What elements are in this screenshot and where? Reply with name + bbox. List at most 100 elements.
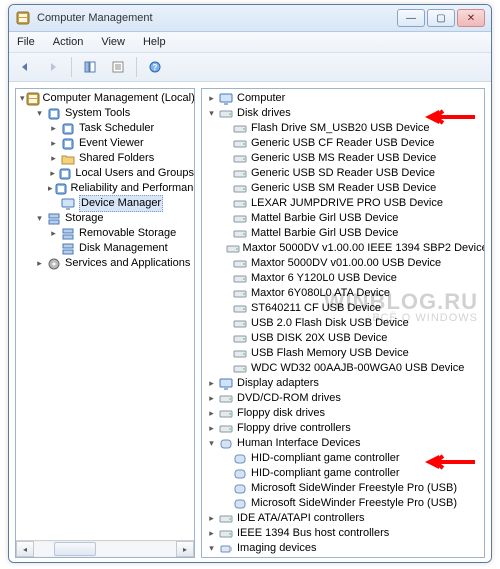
disk-drive-item[interactable]: ▸LEXAR JUMPDRIVE PRO USB Device	[220, 196, 484, 211]
imaging-item[interactable]: ▸Panasonic DV Camcorder	[220, 556, 484, 558]
expand-icon[interactable]: ▸	[206, 528, 217, 539]
nav-fwd-button[interactable]	[41, 55, 65, 79]
disk-drive-item[interactable]: ▸Mattel Barbie Girl USB Device	[220, 211, 484, 226]
node-label: Computer	[237, 91, 285, 106]
hid-icon	[232, 497, 248, 511]
node-device-manager[interactable]: ▸Device Manager	[48, 196, 194, 211]
node-event-viewer[interactable]: ▸ Event Viewer	[48, 136, 194, 151]
expand-icon[interactable]: ▸	[48, 228, 59, 239]
collapse-icon[interactable]: ▾	[206, 543, 217, 554]
event-viewer-icon	[60, 137, 76, 151]
disk-drive-item[interactable]: ▸USB 2.0 Flash Disk USB Device	[220, 316, 484, 331]
console-tree[interactable]: ▾ Computer Management (Local) ▾ System T…	[16, 89, 194, 271]
disk-drive-item[interactable]: ▸Maxtor 5000DV v01.00.00 USB Device	[220, 256, 484, 271]
node-floppy-controllers[interactable]: ▸Floppy drive controllers	[206, 421, 484, 436]
maximize-button[interactable]: ▢	[427, 9, 455, 27]
node-ieee1394[interactable]: ▸IEEE 1394 Bus host controllers	[206, 526, 484, 541]
node-reliability[interactable]: ▸Reliability and Performance	[48, 181, 194, 196]
app-icon	[15, 10, 31, 26]
minimize-button[interactable]: —	[397, 9, 425, 27]
expand-icon[interactable]: ▸	[206, 393, 217, 404]
node-label: Storage	[65, 211, 104, 226]
disk-drive-item[interactable]: ▸USB Flash Memory USB Device	[220, 346, 484, 361]
node-imaging[interactable]: ▾Imaging devices	[206, 541, 484, 556]
menu-help[interactable]: Help	[139, 35, 170, 49]
node-removable-storage[interactable]: ▸Removable Storage	[48, 226, 194, 241]
scroll-left-button[interactable]: ◂	[16, 541, 34, 557]
node-display-adapters[interactable]: ▸Display adapters	[206, 376, 484, 391]
show-hide-tree-button[interactable]	[78, 55, 102, 79]
node-task-scheduler[interactable]: ▸Task Scheduler	[48, 121, 194, 136]
collapse-icon[interactable]: ▾	[34, 213, 45, 224]
expand-icon[interactable]: ▸	[48, 138, 59, 149]
node-label: WDC WD32 00AAJB-00WGA0 USB Device	[251, 361, 464, 376]
collapse-icon[interactable]: ▾	[20, 93, 25, 104]
expand-icon[interactable]: ▸	[48, 153, 59, 164]
help-button[interactable]: ?	[143, 55, 167, 79]
disk-drive-item[interactable]: ▸Generic USB CF Reader USB Device	[220, 136, 484, 151]
disk-drive-item[interactable]: ▸USB DISK 20X USB Device	[220, 331, 484, 346]
window-title: Computer Management	[37, 12, 153, 24]
expand-icon[interactable]: ▸	[206, 378, 217, 389]
disk-drive-item[interactable]: ▸WDC WD32 00AAJB-00WGA0 USB Device	[220, 361, 484, 376]
scroll-thumb[interactable]	[54, 542, 96, 556]
collapse-icon[interactable]: ▾	[206, 108, 217, 119]
properties-button[interactable]	[106, 55, 130, 79]
hid-item[interactable]: ▸HID-compliant game controller	[220, 466, 484, 481]
expand-icon[interactable]: ▸	[206, 513, 217, 524]
hid-item[interactable]: ▸HID-compliant game controller	[220, 451, 484, 466]
drive-icon	[232, 362, 248, 376]
expand-icon[interactable]: ▸	[206, 408, 217, 419]
device-tree[interactable]: ▸ Computer▾Disk drives▸Flash Drive SM_USB…	[202, 89, 484, 558]
expand-icon[interactable]: ▸	[34, 258, 45, 269]
monitor-icon	[218, 377, 234, 391]
disk-drive-item[interactable]: ▸Flash Drive SM_USB20 USB Device	[220, 121, 484, 136]
expand-icon[interactable]: ▸	[206, 93, 217, 104]
nav-back-button[interactable]	[13, 55, 37, 79]
disk-drive-item[interactable]: ▸Generic USB SM Reader USB Device	[220, 181, 484, 196]
node-ide[interactable]: ▸IDE ATA/ATAPI controllers	[206, 511, 484, 526]
close-button[interactable]: ✕	[457, 9, 485, 27]
node-label: Event Viewer	[79, 136, 144, 151]
scroll-right-button[interactable]: ▸	[176, 541, 194, 557]
disk-drive-item[interactable]: ▸Maxtor 6Y080L0 ATA Device	[220, 286, 484, 301]
node-storage[interactable]: ▾ Storage	[34, 211, 194, 226]
collapse-icon[interactable]: ▾	[206, 438, 217, 449]
node-dvd[interactable]: ▸DVD/CD-ROM drives	[206, 391, 484, 406]
expand-icon[interactable]: ▸	[48, 183, 53, 194]
menu-file[interactable]: File	[13, 35, 39, 49]
disk-drive-item[interactable]: ▸Generic USB MS Reader USB Device	[220, 151, 484, 166]
menu-view[interactable]: View	[97, 35, 129, 49]
collapse-icon[interactable]: ▾	[34, 108, 45, 119]
menu-action[interactable]: Action	[49, 35, 88, 49]
menubar: File Action View Help	[9, 32, 491, 53]
node-shared-folders[interactable]: ▸Shared Folders	[48, 151, 194, 166]
node-services[interactable]: ▸Services and Applications	[34, 256, 194, 271]
drive-icon	[232, 332, 248, 346]
disk-drive-item[interactable]: ▸ST640211 CF USB Device	[220, 301, 484, 316]
node-label: USB Flash Memory USB Device	[251, 346, 409, 361]
node-root[interactable]: ▾ Computer Management (Local)	[20, 91, 194, 106]
toolbar-separator	[71, 57, 72, 77]
titlebar[interactable]: Computer Management — ▢ ✕	[9, 5, 491, 32]
node-local-users[interactable]: ▸Local Users and Groups	[48, 166, 194, 181]
node-floppy-drives[interactable]: ▸Floppy disk drives	[206, 406, 484, 421]
expand-icon[interactable]: ▸	[48, 168, 57, 179]
disk-drive-item[interactable]: ▸Maxtor 6 Y120L0 USB Device	[220, 271, 484, 286]
node-hid[interactable]: ▾Human Interface Devices	[206, 436, 484, 451]
expand-icon[interactable]: ▸	[206, 423, 217, 434]
node-disk-drives[interactable]: ▾Disk drives	[206, 106, 484, 121]
node-system-tools[interactable]: ▾ System Tools	[34, 106, 194, 121]
expand-icon[interactable]: ▸	[48, 123, 59, 134]
horizontal-scrollbar[interactable]: ◂ ▸	[16, 540, 194, 557]
disk-drive-item[interactable]: ▸Maxtor 5000DV v1.00.00 IEEE 1394 SBP2 D…	[220, 241, 484, 256]
disk-drive-item[interactable]: ▸Generic USB SD Reader USB Device	[220, 166, 484, 181]
scroll-track[interactable]	[34, 542, 176, 556]
toolbar-separator	[136, 57, 137, 77]
disk-drive-item[interactable]: ▸Mattel Barbie Girl USB Device	[220, 226, 484, 241]
hid-item[interactable]: ▸Microsoft SideWinder Freestyle Pro (USB…	[220, 496, 484, 511]
hid-item[interactable]: ▸Microsoft SideWinder Freestyle Pro (USB…	[220, 481, 484, 496]
node-disk-management[interactable]: ▸Disk Management	[48, 241, 194, 256]
node-computer[interactable]: ▸ Computer	[206, 91, 484, 106]
drive-icon	[232, 197, 248, 211]
